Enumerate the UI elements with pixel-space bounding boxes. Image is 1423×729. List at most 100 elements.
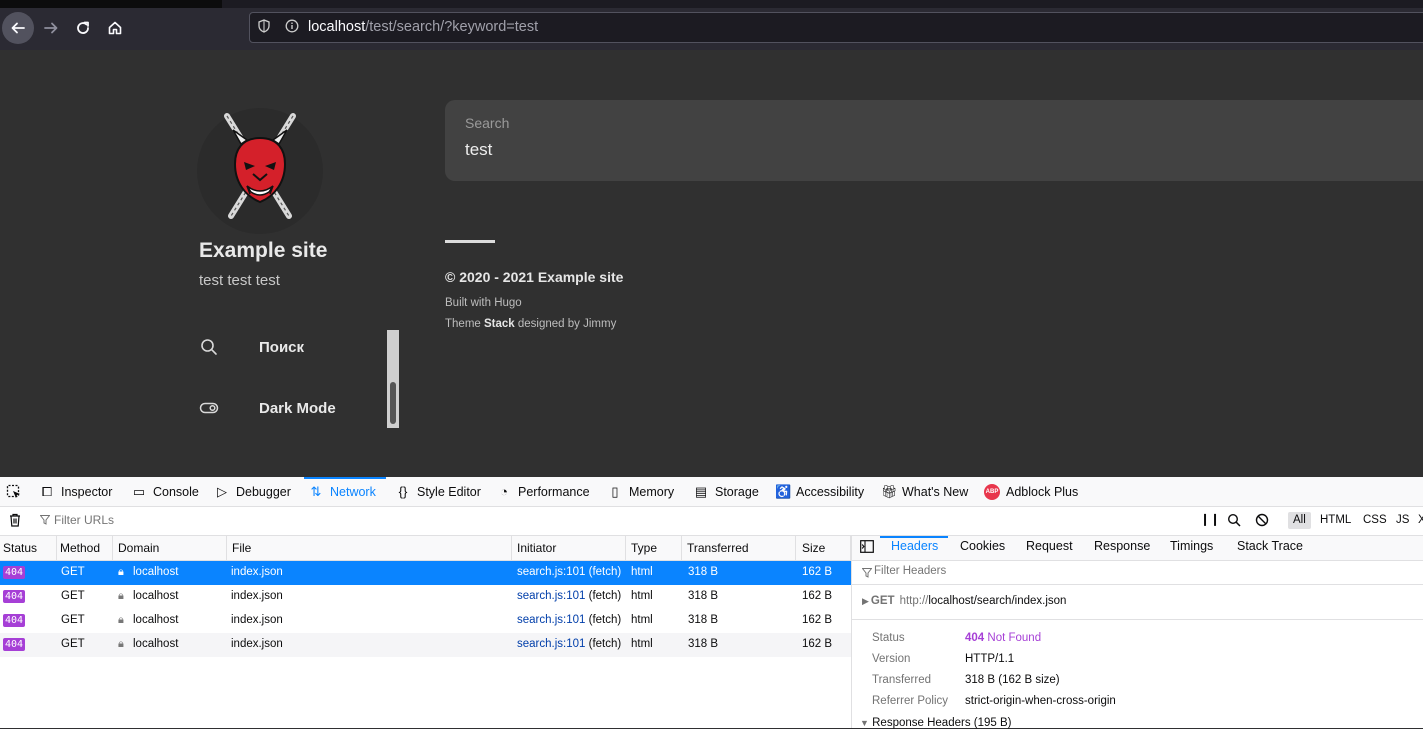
devtools-panel: ⧠ Inspector ▭ Console ▷ Debugger ⇅ Network {… <box>0 477 1423 729</box>
search-label: Search <box>465 115 510 131</box>
transferred-value: 318 B (162 B size) <box>965 674 1060 686</box>
version-value: HTTP/1.1 <box>965 653 1015 665</box>
back-button[interactable] <box>2 12 34 44</box>
file-cell: index.json <box>231 614 283 626</box>
tab-adblock-plus[interactable]: ABP Adblock Plus <box>984 477 1078 506</box>
tab-console[interactable]: ▭ Console <box>132 477 199 506</box>
column-size[interactable]: Size <box>796 536 851 560</box>
type-cell: html <box>631 566 653 578</box>
tab-cookies[interactable]: Cookies <box>960 539 1005 553</box>
tab-accessibility[interactable]: ♿ Accessibility <box>775 477 864 506</box>
type-filter-js[interactable]: JS <box>1391 512 1414 529</box>
table-row[interactable]: 404 GET 🔒︎ localhost index.json search.j… <box>0 633 851 657</box>
status-code: 404 <box>965 632 985 644</box>
tab-inspector[interactable]: ⧠ Inspector <box>40 477 113 506</box>
search-form: Search <box>445 100 1423 181</box>
tab-storage[interactable]: ▤ Storage <box>694 477 759 506</box>
table-row[interactable]: 404 GET 🔒︎ localhost index.json search.j… <box>0 561 851 585</box>
column-domain[interactable]: Domain <box>113 536 227 560</box>
tab-style-editor[interactable]: {} Style Editor <box>396 477 481 506</box>
forward-button[interactable] <box>35 12 67 44</box>
site-title[interactable]: Example site <box>199 239 327 263</box>
column-method[interactable]: Method <box>57 536 113 560</box>
column-initiator[interactable]: Initiator <box>512 536 626 560</box>
url-text[interactable]: localhost/test/search/?keyword=test <box>308 19 538 35</box>
column-type[interactable]: Type <box>626 536 682 560</box>
menu-item-dark-mode[interactable]: Dark Mode <box>199 395 379 425</box>
type-filter-overflow[interactable]: X <box>1413 512 1423 529</box>
info-icon[interactable] <box>284 19 300 35</box>
column-status[interactable]: Status <box>0 536 57 560</box>
address-bar[interactable]: localhost/test/search/?keyword=test <box>249 12 1423 43</box>
tab-whats-new[interactable]: 🎁︎ What's New <box>881 477 968 506</box>
collapse-arrow-icon[interactable]: ▼ <box>860 718 869 728</box>
theme-name-link[interactable]: Stack <box>484 318 515 330</box>
version-label: Version <box>872 653 911 665</box>
initiator-link[interactable]: search.js:101 <box>517 566 585 578</box>
site-avatar[interactable] <box>197 108 323 234</box>
domain-cell: localhost <box>133 590 179 602</box>
type-filter-all[interactable]: All <box>1288 512 1311 529</box>
memory-chip-icon: ▯ <box>611 483 619 499</box>
url-host: localhost <box>308 19 366 35</box>
filter-urls-input[interactable] <box>40 513 354 527</box>
tab-request[interactable]: Request <box>1026 539 1073 553</box>
home-icon <box>108 21 122 35</box>
table-row[interactable]: 404 GET 🔒︎ localhost index.json search.j… <box>0 609 851 633</box>
search-input[interactable] <box>465 140 1365 160</box>
response-headers-section[interactable]: ▼ Response Headers (195 B) <box>860 717 1011 729</box>
sidebar-scrollbar[interactable] <box>387 330 399 428</box>
expand-arrow-icon[interactable]: ▶ <box>862 596 869 606</box>
trash-icon[interactable] <box>8 513 22 530</box>
search-icon <box>199 337 219 357</box>
tracking-shield-icon[interactable] <box>256 19 272 35</box>
scrollbar-thumb[interactable] <box>390 382 396 424</box>
active-tab-edge <box>0 0 222 8</box>
forward-arrow-icon <box>44 22 58 34</box>
initiator-link[interactable]: search.js:101 <box>517 590 585 602</box>
web-page: Example site test test test Поиск Dark M… <box>0 50 1423 477</box>
table-row[interactable]: 404 GET 🔒︎ localhost index.json search.j… <box>0 585 851 609</box>
filter-headers-input[interactable] <box>860 565 1174 577</box>
block-icon[interactable] <box>1255 513 1269 530</box>
tab-stack-trace[interactable]: Stack Trace <box>1237 539 1303 553</box>
toggle-sidebar-icon[interactable] <box>860 540 874 556</box>
debugger-icon: ▷ <box>217 483 227 499</box>
search-icon[interactable] <box>1227 513 1241 530</box>
tab-debugger[interactable]: ▷ Debugger <box>215 477 291 506</box>
column-transferred[interactable]: Transferred <box>682 536 796 560</box>
theme-suffix: designed by Jimmy <box>517 318 617 330</box>
tab-network[interactable]: ⇅ Network <box>309 477 376 506</box>
request-summary[interactable]: ▶ GET http://localhost/search/index.json <box>862 595 1066 607</box>
lock-icon: 🔒︎ <box>118 590 124 602</box>
method-cell: GET <box>61 566 85 578</box>
request-details-panel: Headers Cookies Request Response Timings… <box>852 536 1423 729</box>
type-filter-html[interactable]: HTML <box>1315 512 1356 529</box>
initiator-link[interactable]: search.js:101 <box>517 614 585 626</box>
column-file[interactable]: File <box>227 536 512 560</box>
referrer-policy-row: Referrer Policy strict-origin-when-cross-… <box>872 695 1116 707</box>
type-filter-css[interactable]: CSS <box>1358 512 1392 529</box>
tab-performance[interactable]: ◔ Performance <box>497 477 590 506</box>
type-cell: html <box>631 614 653 626</box>
tab-response[interactable]: Response <box>1094 539 1150 553</box>
reload-button[interactable] <box>67 12 99 44</box>
tab-timings[interactable]: Timings <box>1170 539 1213 553</box>
size-cell: 162 B <box>802 566 833 578</box>
menu-item-search[interactable]: Поиск <box>199 334 379 364</box>
table-header: Status Method Domain File Initiator Type… <box>0 536 851 561</box>
tab-memory[interactable]: ▯ Memory <box>608 477 674 506</box>
pause-icon[interactable]: ❙❙ <box>1200 512 1220 526</box>
home-button[interactable] <box>99 12 131 44</box>
domain-cell: localhost <box>133 638 179 650</box>
built-with-text[interactable]: Built with Hugo <box>445 297 522 309</box>
element-picker-button[interactable] <box>6 477 22 506</box>
initiator-link[interactable]: search.js:101 <box>517 638 585 650</box>
tab-headers[interactable]: Headers <box>891 539 938 553</box>
transferred-cell: 318 B <box>688 614 719 626</box>
referrer-value: strict-origin-when-cross-origin <box>965 695 1116 707</box>
file-cell: index.json <box>231 590 283 602</box>
status-text: Not Found <box>987 632 1042 644</box>
transferred-label: Transferred <box>872 674 932 686</box>
active-tab-indicator <box>304 477 386 479</box>
